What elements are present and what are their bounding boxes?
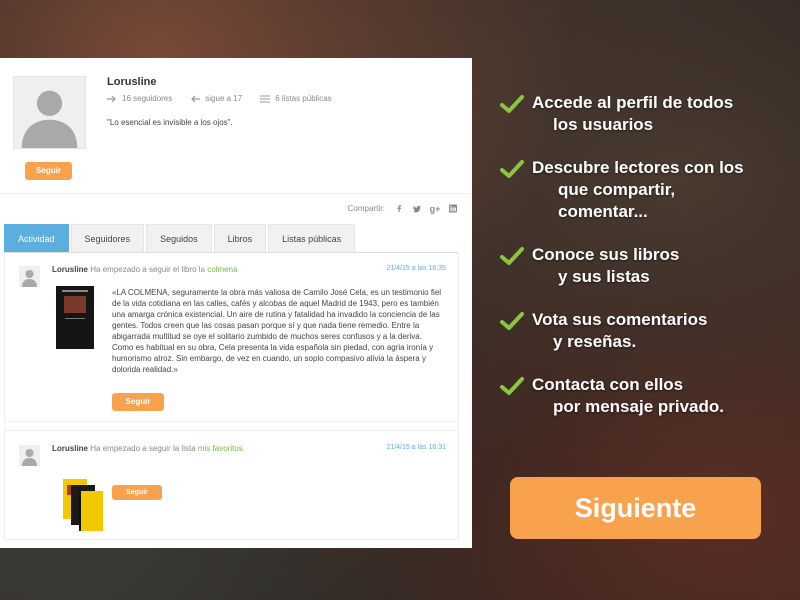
activity-item: Lorusline Ha empezado a seguir el libro … [4, 252, 459, 422]
activity-date: 21/4/15 a las 16:31 [386, 444, 446, 451]
feature-line: que compartir, [558, 180, 676, 199]
twitter-icon[interactable] [413, 204, 421, 213]
activity-link[interactable]: la colmena [199, 265, 238, 274]
feature-line: Contacta con ellos [532, 375, 684, 394]
feed-spacer [4, 422, 459, 430]
checkmark-icon [500, 377, 524, 395]
profile-tabs: Actividad Seguidores Seguidos Libros Lis… [4, 224, 356, 252]
profile-quote: "Lo esencial es invisible a los ojos". [107, 118, 233, 127]
tab-libros[interactable]: Libros [213, 224, 267, 252]
avatar[interactable] [19, 266, 40, 287]
profile-stats: 16 seguidores sigue a 17 6 listas públic… [107, 94, 332, 103]
feature-line: Vota sus comentarios [532, 310, 708, 329]
feature-line: por mensaje privado. [553, 397, 724, 416]
list-icon [260, 94, 271, 103]
feature-line: Accede al perfil de todos [532, 93, 734, 112]
feature-item: Conoce sus libros y sus listas [500, 244, 795, 288]
divider [0, 193, 472, 194]
activity-user[interactable]: Lorusline [52, 265, 88, 274]
book-cover-image[interactable] [56, 286, 94, 349]
activity-action: Ha empezado a seguir la lista [90, 444, 196, 453]
next-button[interactable]: Siguiente [510, 477, 761, 539]
activity-feed: Lorusline Ha empezado a seguir el libro … [4, 252, 459, 540]
activity-header: Lorusline Ha empezado a seguir el libro … [52, 265, 237, 274]
followers-stat[interactable]: 16 seguidores [107, 94, 172, 103]
checkmark-icon [500, 247, 524, 265]
share-label: Compartir: [347, 204, 385, 213]
feature-item: Vota sus comentarios y reseñas. [500, 309, 795, 353]
activity-header: Lorusline Ha empezado a seguir la lista … [52, 444, 243, 453]
follow-list-button[interactable]: Seguir [112, 485, 162, 500]
profile-username: Lorusline [107, 76, 157, 88]
tab-seguidos[interactable]: Seguidos [146, 224, 212, 252]
follow-book-button[interactable]: Seguir [112, 393, 164, 411]
feature-item: Descubre lectores con los que compartir,… [500, 157, 795, 223]
feature-line: y sus listas [558, 267, 650, 286]
feature-item: Contacta con ellos por mensaje privado. [500, 374, 795, 418]
avatar[interactable] [19, 445, 40, 466]
activity-user[interactable]: Lorusline [52, 444, 88, 453]
book-description: «LA COLMENA, seguramente la obra más val… [112, 288, 442, 374]
linkedin-icon[interactable] [449, 204, 457, 213]
google-plus-icon[interactable]: g+ [430, 204, 441, 214]
share-row: Compartir: g+ [347, 204, 457, 214]
feature-line: comentar... [558, 202, 648, 221]
tab-listas-publicas[interactable]: Listas públicas [268, 224, 356, 252]
follow-button[interactable]: Seguir [25, 162, 72, 180]
activity-date: 21/4/15 a las 16:35 [386, 265, 446, 272]
feature-line: Conoce sus libros [532, 245, 680, 264]
following-stat[interactable]: sigue a 17 [190, 94, 242, 103]
activity-action: Ha empezado a seguir el libro [90, 265, 197, 274]
checkmark-icon [500, 95, 524, 113]
tab-seguidores[interactable]: Seguidores [70, 224, 145, 252]
feature-line: los usuarios [553, 115, 654, 134]
checkmark-icon [500, 160, 524, 178]
arrow-right-icon [107, 95, 116, 102]
tab-actividad[interactable]: Actividad [4, 224, 69, 252]
feature-item: Accede al perfil de todos los usuarios [500, 92, 795, 136]
lists-stat[interactable]: 6 listas públicas [260, 94, 332, 103]
arrow-left-icon [191, 95, 201, 102]
feature-line: Descubre lectores con los [532, 158, 744, 177]
activity-link[interactable]: mis favoritos [198, 444, 243, 453]
list-cover-stack[interactable] [63, 479, 103, 534]
checkmark-icon [500, 312, 524, 330]
facebook-icon[interactable] [395, 204, 403, 213]
activity-item: Lorusline Ha empezado a seguir la lista … [4, 430, 459, 540]
lists-count: 6 listas públicas [275, 94, 332, 103]
followers-count: 16 seguidores [122, 94, 173, 103]
profile-card: Seguir Lorusline 16 seguidores sigue a 1… [0, 58, 472, 548]
following-count: sigue a 17 [205, 94, 243, 103]
feature-line: y reseñas. [553, 332, 637, 351]
feature-list: Accede al perfil de todos los usuarios D… [500, 92, 795, 439]
profile-avatar [13, 76, 86, 149]
